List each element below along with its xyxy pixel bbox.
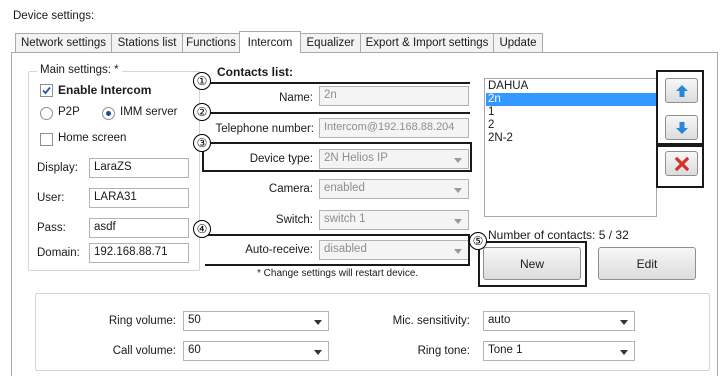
list-item[interactable]: 2 (486, 119, 657, 132)
list-item[interactable]: 1 (486, 106, 657, 119)
list-item[interactable]: DAHUA (486, 80, 657, 93)
camera-label: Camera: (268, 183, 313, 195)
switch-select[interactable]: switch 1 (319, 210, 469, 230)
callout-marker-3: ③ (193, 134, 211, 152)
auto-receive-select[interactable]: disabled (319, 240, 469, 260)
ring-volume-label: Ring volume: (108, 315, 176, 327)
user-label: User: (37, 192, 65, 204)
p2p-radio[interactable] (40, 107, 53, 120)
contacts-listbox[interactable]: DAHUA 2n 1 2 2N-2 (484, 78, 657, 217)
tab-intercom[interactable]: Intercom (239, 31, 301, 53)
ring-tone-select[interactable]: Tone 1 (483, 341, 635, 361)
restart-note: * Change settings will restart device. (257, 268, 419, 279)
call-volume-value: 60 (188, 344, 201, 356)
switch-label: Switch: (275, 214, 313, 226)
chevron-down-icon (454, 219, 462, 224)
chevron-down-icon (620, 350, 628, 355)
callout-box-delete (656, 145, 704, 188)
home-screen-checkbox[interactable] (40, 133, 53, 146)
radio-dot-icon (106, 111, 111, 116)
auto-receive-value: disabled (324, 243, 367, 255)
chevron-down-icon (620, 320, 628, 325)
imm-server-radio[interactable] (102, 107, 115, 120)
telephone-number-input[interactable]: Intercom@192.168.88.204 (319, 118, 469, 138)
camera-select[interactable]: enabled (319, 179, 469, 199)
switch-value: switch 1 (324, 213, 366, 225)
chevron-down-icon (454, 188, 462, 193)
ring-volume-value: 50 (188, 314, 201, 326)
ring-volume-select[interactable]: 50 (183, 311, 329, 331)
pass-label: Pass: (37, 222, 66, 234)
callout-line-4a (205, 234, 470, 236)
display-input[interactable]: LaraZS (89, 158, 189, 178)
chevron-down-icon (454, 249, 462, 254)
callout-box-5 (478, 241, 587, 287)
mic-sensitivity-label: Mic. sensitivity: (392, 315, 470, 327)
check-icon (42, 86, 51, 95)
tab-functions[interactable]: Functions (182, 33, 240, 52)
enable-intercom-checkbox[interactable] (40, 84, 53, 97)
telephone-number-label: Telephone number: (215, 123, 314, 135)
list-item[interactable]: 2N-2 (486, 132, 657, 145)
domain-input[interactable]: 192.168.88.71 (89, 243, 189, 263)
display-label: Display: (37, 162, 78, 174)
mic-sensitivity-select[interactable]: auto (483, 311, 635, 331)
p2p-label: P2P (58, 106, 80, 118)
ring-tone-label: Ring tone: (417, 345, 470, 357)
chevron-down-icon (314, 350, 322, 355)
callout-marker-4: ④ (193, 220, 211, 238)
tab-export-import[interactable]: Export & Import settings (360, 33, 494, 52)
callout-line-2 (205, 112, 470, 114)
tab-update[interactable]: Update (493, 33, 543, 52)
imm-server-label: IMM server (120, 106, 178, 118)
mic-sensitivity-value: auto (488, 314, 511, 326)
callout-marker-5: ⑤ (469, 232, 487, 250)
callout-marker-1: ① (193, 72, 211, 90)
contacts-list-title: Contacts list: (217, 65, 294, 79)
chevron-down-icon (314, 320, 322, 325)
edit-contact-button[interactable]: Edit (598, 247, 696, 280)
name-label: Name: (279, 92, 313, 104)
contacts-count: Number of contacts: 5 / 32 (488, 228, 629, 242)
pass-input[interactable]: asdf (89, 218, 189, 238)
list-item-selected[interactable]: 2n (486, 93, 657, 106)
tab-stations-list[interactable]: Stations list (111, 33, 183, 52)
callout-line-1 (205, 82, 470, 84)
tab-equalizer[interactable]: Equalizer (300, 33, 361, 52)
user-input[interactable]: LARA31 (89, 188, 189, 208)
callout-box-3 (202, 142, 472, 172)
ring-tone-value: Tone 1 (488, 344, 523, 356)
call-volume-label: Call volume: (112, 345, 176, 357)
enable-intercom-label: Enable Intercom (58, 83, 152, 97)
camera-value: enabled (324, 182, 365, 194)
callout-marker-2: ② (193, 103, 211, 121)
callout-line-4b (205, 264, 470, 266)
window-title: Device settings: (13, 10, 95, 22)
callout-box-move (656, 70, 704, 145)
name-input[interactable]: 2n (319, 86, 469, 106)
tab-network-settings[interactable]: Network settings (15, 33, 112, 52)
auto-receive-label: Auto-receive: (245, 244, 313, 256)
home-screen-label: Home screen (58, 132, 127, 144)
domain-label: Domain: (37, 247, 80, 259)
call-volume-select[interactable]: 60 (183, 341, 329, 361)
main-settings-title: Main settings: * (37, 64, 122, 76)
